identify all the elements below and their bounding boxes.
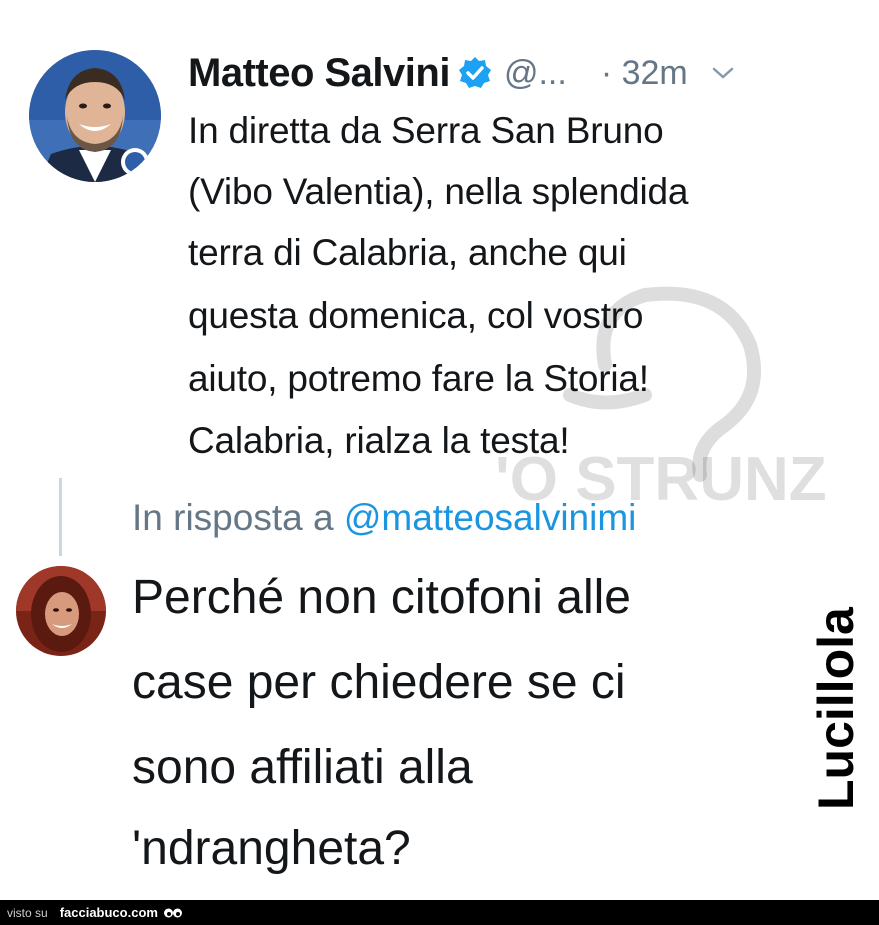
tweet-text-line: aiuto, potremo fare la Storia! [188,358,649,399]
chevron-down-icon[interactable] [712,66,734,80]
footer-site-link[interactable]: facciabuco.com [60,905,158,920]
side-signature-text: Lucillola [808,606,863,810]
side-signature: Lucillola [805,590,864,810]
reply-text-line: sono affiliati alla [132,741,473,794]
author-name[interactable]: Matteo Salvini [188,51,450,96]
tweet-text-line: terra di Calabria, anche qui [188,232,627,273]
tweet-text-line: (Vibo Valentia), nella splendida [188,171,689,212]
tweet-text-line: In diretta da Serra San Bruno [188,110,664,151]
footer-prefix: visto su [7,905,48,920]
reply-to-handle-link[interactable]: @matteosalvinimi [344,497,637,538]
verified-badge-icon [458,56,492,90]
reply-text-line: case per chiedere se ci [132,656,626,709]
thread-line [59,478,62,556]
reply-text-line: 'ndrangheta? [132,822,411,875]
reply-author-avatar[interactable] [16,566,106,656]
author-handle[interactable]: @... [504,54,567,93]
tweet-timestamp[interactable]: · 32m [601,54,688,93]
eyes-logo-icon [163,906,183,920]
reply-to-label: In risposta a @matteosalvinimi [132,497,636,539]
author-avatar[interactable] [29,50,161,182]
tweet-text-line: Calabria, rialza la testa! [188,420,570,461]
reply-to-prefix: In risposta a [132,497,334,538]
tweet-header: Matteo Salvini @... · 32m [188,46,734,100]
tweet-screenshot: Matteo Salvini @... · 32m In diretta da … [0,0,879,900]
footer-bar: visto su facciabuco.com [0,900,879,925]
reply-text-line: Perché non citofoni alle [132,571,631,624]
tweet-text-line: questa domenica, col vostro [188,295,644,336]
